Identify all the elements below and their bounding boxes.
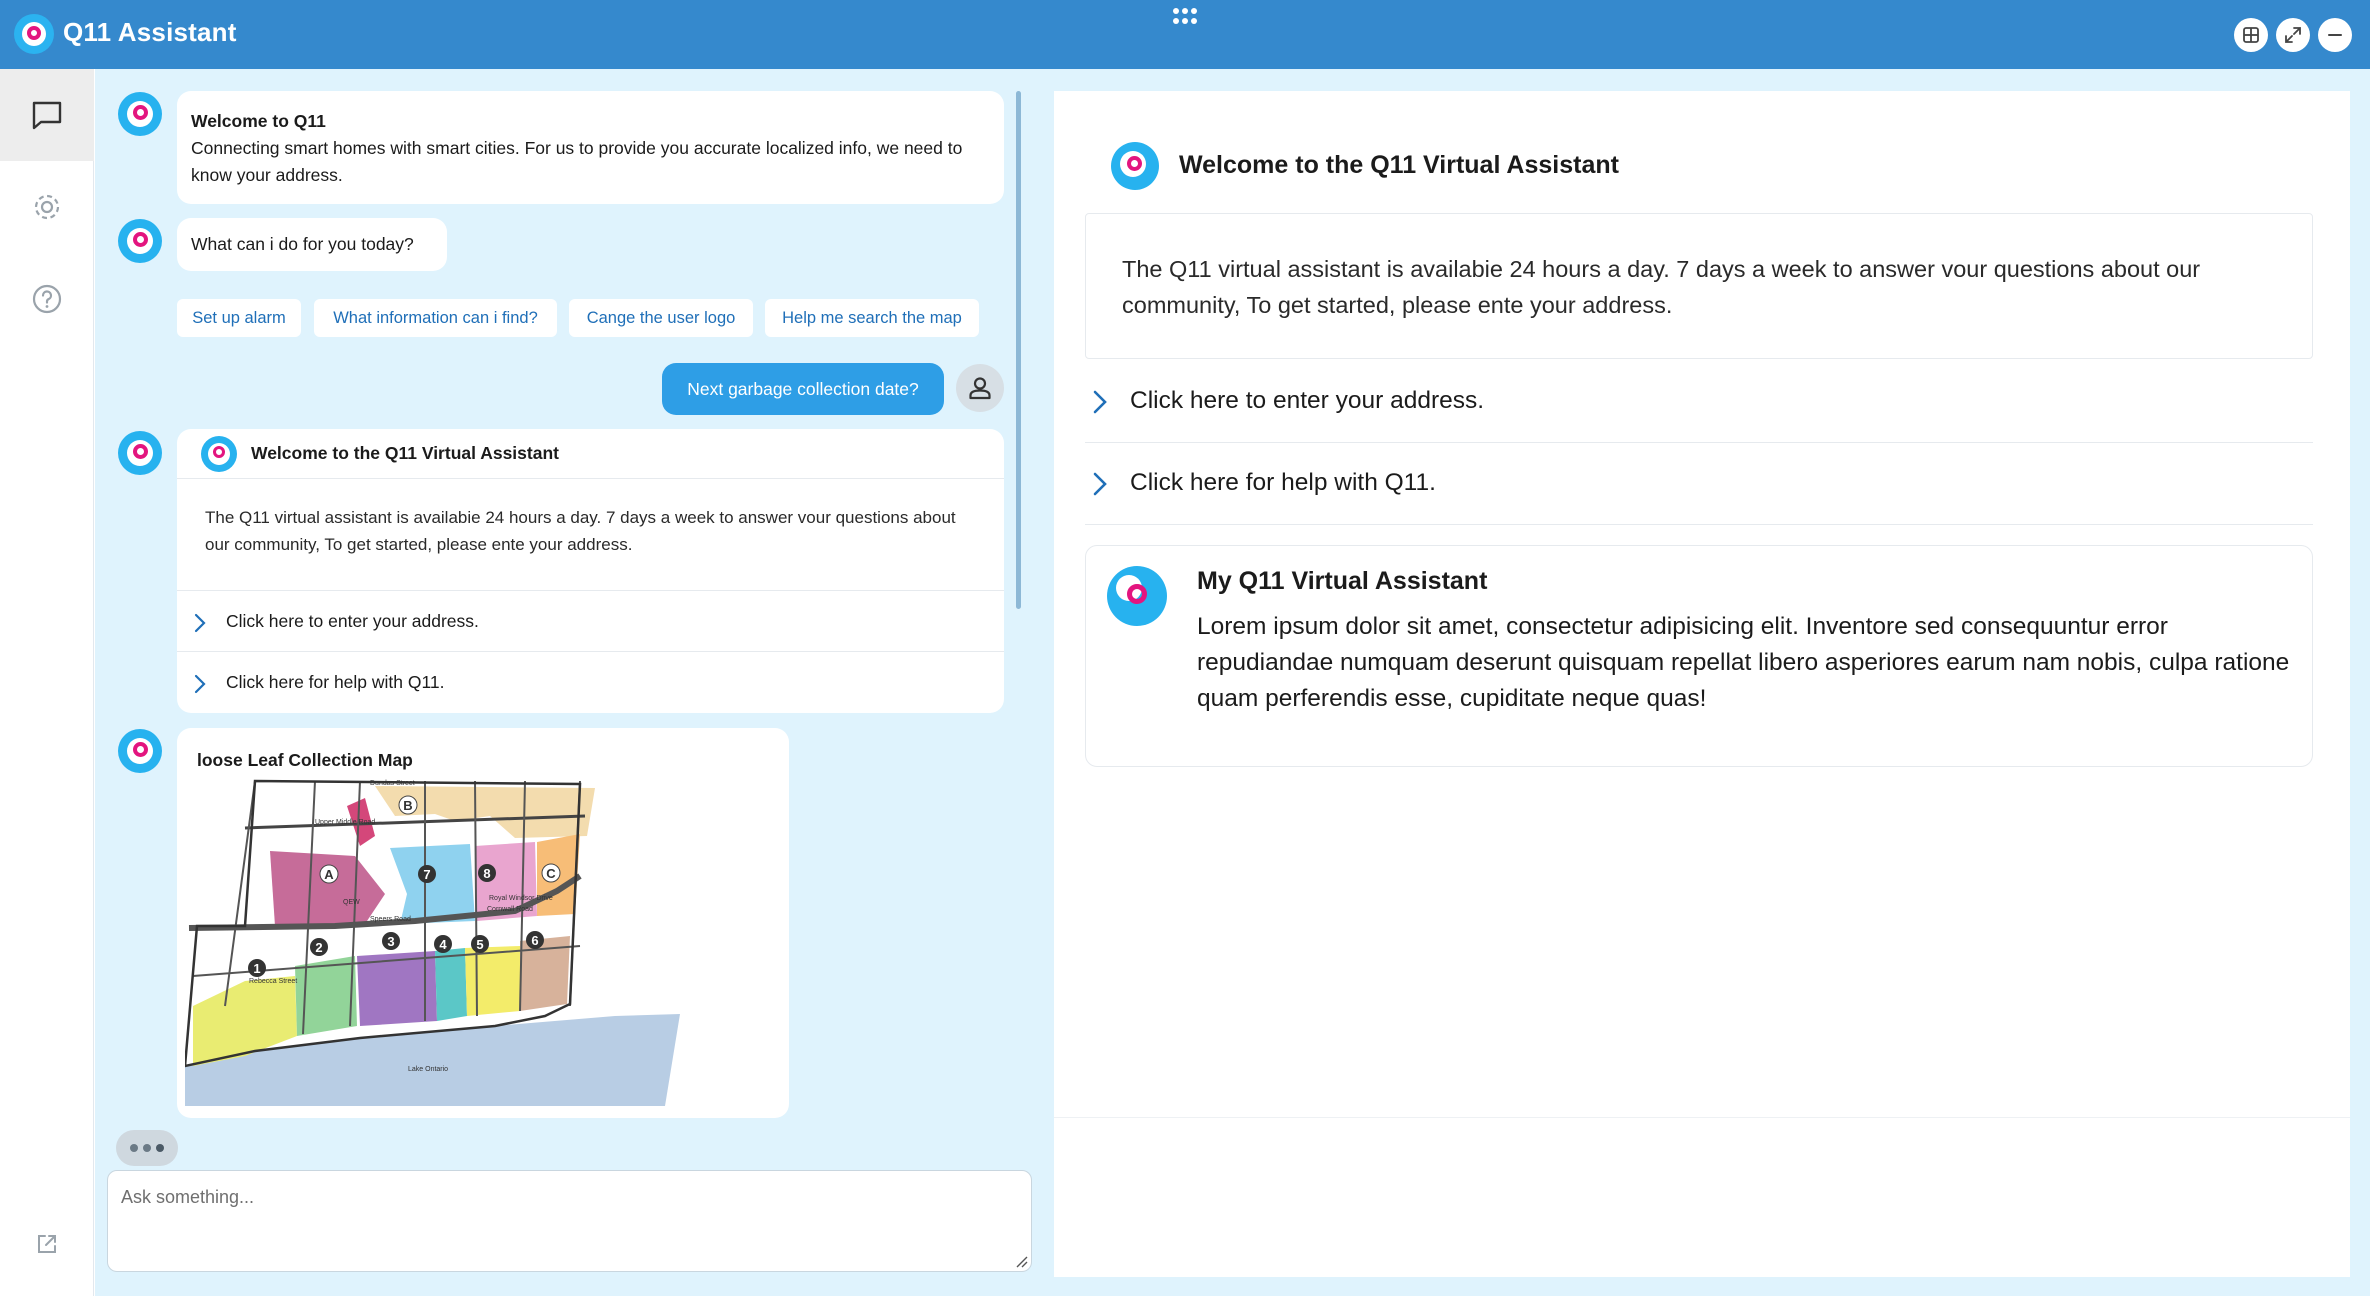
minimize-button[interactable] <box>2318 18 2352 52</box>
card-row-enter-address[interactable]: Click here to enter your address. <box>177 590 1004 651</box>
card-header: Welcome to the Q11 Virtual Assistant <box>177 429 1004 479</box>
assistant-avatar <box>118 219 162 263</box>
zone-6-label: 6 <box>531 933 538 948</box>
zone-c-label: C <box>546 866 556 881</box>
external-link-icon <box>38 1235 56 1253</box>
street-label: Cornwall Road <box>487 906 533 913</box>
street-label: Dundas Street <box>370 780 415 787</box>
zone-2-label: 2 <box>315 940 322 955</box>
street-label: Lake Ontario <box>408 1066 448 1073</box>
chevron-right-icon <box>194 613 206 633</box>
assistant-avatar <box>118 729 162 773</box>
sidebar <box>0 69 94 1296</box>
panel-row-enter-address[interactable]: Click here to enter your address. <box>1085 361 2313 443</box>
zone-8-label: 8 <box>483 866 490 881</box>
zone-4-fill <box>435 948 467 1021</box>
user-avatar <box>956 364 1004 412</box>
chat-icon <box>32 101 62 130</box>
chevron-right-icon <box>1093 390 1107 414</box>
suggestion-chip[interactable]: Set up alarm <box>177 299 301 337</box>
street-label: Royal Windsor Drive <box>489 895 553 902</box>
zone-7-fill <box>390 844 475 924</box>
card-body: The Q11 virtual assistant is availabie 2… <box>205 508 956 554</box>
expand-icon <box>2285 27 2301 43</box>
typing-indicator <box>116 1130 178 1166</box>
drag-handle-icon[interactable] <box>1173 8 1197 24</box>
app-title: Q11 Assistant <box>63 17 237 47</box>
settings-icon <box>34 194 60 220</box>
zone-5-label: 5 <box>476 937 483 952</box>
panel-title: Welcome to the Q11 Virtual Assistant <box>1179 151 1619 179</box>
assistant-avatar <box>118 431 162 475</box>
layout-icon <box>2243 27 2259 43</box>
assistant-card-text: Lorem ipsum dolor sit amet, consectetur … <box>1197 613 2290 712</box>
layout-button[interactable] <box>2234 18 2268 52</box>
sidebar-footer-open-external[interactable] <box>0 1204 94 1284</box>
street-label: QEW <box>343 899 360 906</box>
zone-b-label: B <box>403 798 412 813</box>
question-message: What can i do for you today? <box>177 218 447 271</box>
title-bar: Q11 Assistant <box>0 0 2370 69</box>
minimize-icon <box>2328 34 2342 36</box>
zone-a-fill <box>270 851 385 926</box>
collection-map[interactable]: B A C 7 8 1 2 3 4 5 6 Dundas Street Uppe… <box>185 776 785 1106</box>
zone-3-label: 3 <box>387 934 394 949</box>
zone-5-fill <box>465 946 520 1016</box>
panel-intro-text: The Q11 virtual assistant is availabie 2… <box>1122 256 2201 318</box>
chevron-right-icon <box>194 674 206 694</box>
zone-7-label: 7 <box>423 867 430 882</box>
street-label: Upper Middle Road <box>315 819 375 826</box>
sidebar-item-settings[interactable] <box>0 161 94 253</box>
chat-scrollbar[interactable] <box>1016 91 1021 609</box>
help-icon <box>32 284 62 314</box>
chevron-right-icon <box>1093 472 1107 496</box>
welcome-message: Welcome to Q11 Connecting smart homes wi… <box>177 91 1004 204</box>
suggestion-chip[interactable]: What information can i find? <box>314 299 557 337</box>
panel-row-help[interactable]: Click here for help with Q11. <box>1085 443 2313 525</box>
map-title: loose Leaf Collection Map <box>197 750 413 770</box>
resize-handle-icon[interactable] <box>1014 1254 1028 1268</box>
panel-divider <box>1054 1117 2350 1118</box>
zone-a-label: A <box>324 867 334 882</box>
card-row-label: Click here to enter your address. <box>226 611 479 631</box>
sidebar-item-chat[interactable] <box>0 69 94 161</box>
expand-button[interactable] <box>2276 18 2310 52</box>
suggestion-chip[interactable]: Cange the user logo <box>569 299 753 337</box>
card-logo-icon <box>201 436 237 472</box>
zone-1-label: 1 <box>253 961 260 976</box>
card-row-label: Click here for help with Q11. <box>226 672 445 692</box>
user-icon <box>969 377 991 400</box>
assistant-card: Welcome to the Q11 Virtual Assistant The… <box>177 429 1004 713</box>
assistant-card-title: My Q11 Virtual Assistant <box>1197 567 1488 595</box>
welcome-text: Connecting smart homes with smart cities… <box>191 138 963 185</box>
panel-row-label: Click here to enter your address. <box>1130 387 1485 414</box>
map-card: loose Leaf Collection Map B A C 7 8 1 2 <box>177 728 789 1118</box>
assistant-card-logo-icon <box>1107 566 1167 626</box>
panel-row-label: Click here for help with Q11. <box>1130 469 1436 496</box>
user-message: Next garbage collection date? <box>662 363 944 415</box>
welcome-title: Welcome to Q11 <box>191 111 326 131</box>
assistant-avatar <box>118 92 162 136</box>
street-label: Rebecca Street <box>249 978 297 985</box>
card-row-help[interactable]: Click here for help with Q11. <box>177 651 1004 712</box>
panel-logo-icon <box>1111 142 1159 190</box>
chat-input[interactable] <box>107 1170 1032 1272</box>
sidebar-item-help[interactable] <box>0 253 94 345</box>
suggestion-chip[interactable]: Help me search the map <box>765 299 979 337</box>
street-label: Speers Road <box>370 916 411 923</box>
card-title: Welcome to the Q11 Virtual Assistant <box>251 443 559 463</box>
app-logo-icon <box>14 14 54 54</box>
zone-4-label: 4 <box>439 937 447 952</box>
